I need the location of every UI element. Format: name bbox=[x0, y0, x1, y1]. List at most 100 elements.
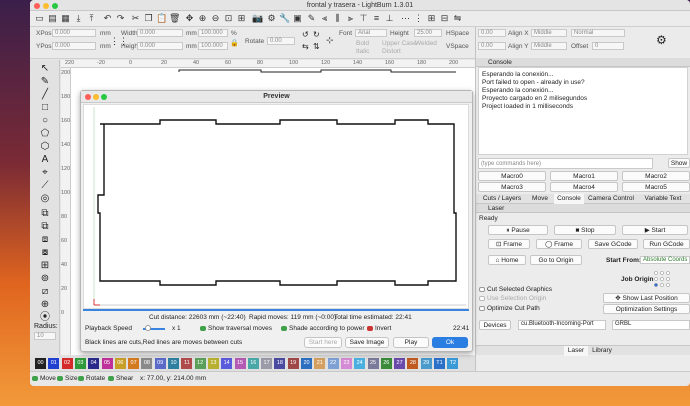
save-image-button[interactable]: Save Image bbox=[345, 337, 389, 348]
use-selection-origin-checkbox[interactable]: Use Selection Origin bbox=[487, 295, 546, 302]
palette-swatch[interactable]: 26 bbox=[380, 358, 392, 369]
move-checkbox[interactable]: Move bbox=[40, 375, 56, 382]
align-top-icon[interactable]: ⊤ bbox=[358, 13, 369, 24]
line-tool-icon[interactable]: ╱ bbox=[38, 89, 52, 101]
home-button[interactable]: ⌂ Home bbox=[488, 255, 526, 265]
frame-circle-button[interactable]: ◯ Frame bbox=[536, 239, 582, 249]
distribute-h-icon[interactable]: ⋯ bbox=[400, 13, 411, 24]
palette-swatch[interactable]: 01 bbox=[48, 358, 60, 369]
palette-swatch[interactable]: 20 bbox=[301, 358, 312, 369]
play-button[interactable]: Play bbox=[393, 337, 429, 348]
close-window-icon[interactable] bbox=[34, 3, 40, 9]
save-as-icon[interactable]: ▦ bbox=[60, 13, 71, 24]
align-center-icon[interactable]: ⫼ bbox=[332, 13, 343, 24]
hspace-field[interactable]: 0.00 bbox=[478, 29, 506, 37]
align-left-icon[interactable]: ⫷ bbox=[319, 13, 330, 24]
zoom-fit-icon[interactable]: ⊡ bbox=[223, 13, 234, 24]
palette-swatch[interactable]: 00 bbox=[35, 358, 46, 369]
zoom-window-icon[interactable] bbox=[52, 3, 58, 9]
rotate-cw-icon[interactable]: ↻ bbox=[313, 30, 320, 39]
palette-swatch[interactable]: 06 bbox=[114, 358, 126, 369]
boolean-subtract-icon[interactable]: ⧈ bbox=[38, 234, 52, 246]
upper-case-checkbox[interactable]: Upper Case bbox=[382, 40, 417, 47]
auto-join-icon[interactable]: ⊕ bbox=[38, 299, 52, 311]
cut-selected-checkbox[interactable]: Cut Selected Graphics bbox=[487, 286, 552, 293]
distribute-v-icon[interactable]: ⋮ bbox=[413, 13, 424, 24]
palette-swatch[interactable]: 07 bbox=[128, 358, 140, 369]
xpos-field[interactable]: 0.000 bbox=[52, 29, 96, 37]
align-bottom-icon[interactable]: ⊥ bbox=[384, 13, 395, 24]
palette-swatch[interactable]: 09 bbox=[154, 358, 166, 369]
job-origin-grid[interactable] bbox=[653, 270, 671, 288]
bottom-tab[interactable]: Library bbox=[590, 346, 614, 356]
cut-icon[interactable]: ✂ bbox=[130, 13, 141, 24]
radius-field[interactable]: 10 bbox=[34, 332, 56, 340]
shear-checkbox[interactable]: Shear bbox=[116, 375, 133, 382]
preview-canvas[interactable] bbox=[83, 104, 469, 309]
minimize-window-icon[interactable] bbox=[43, 3, 49, 9]
rotate-field[interactable]: 0.00 bbox=[267, 37, 295, 45]
shade-power-checkbox[interactable]: Shade according to power bbox=[289, 325, 365, 332]
palette-swatch[interactable]: T2 bbox=[447, 358, 459, 369]
palette-swatch[interactable]: 24 bbox=[354, 358, 366, 369]
palette-swatch[interactable]: 21 bbox=[314, 358, 326, 369]
start-button[interactable]: ▶ Start bbox=[622, 225, 688, 235]
palette-swatch[interactable]: 23 bbox=[340, 358, 352, 369]
pause-button[interactable]: ⏸ Pause bbox=[488, 225, 548, 235]
top-tab[interactable]: Move bbox=[527, 194, 553, 204]
palette-swatch[interactable]: T1 bbox=[434, 358, 445, 369]
height-field[interactable]: 0.000 bbox=[137, 42, 183, 50]
notes-icon[interactable]: ✎ bbox=[306, 13, 317, 24]
grid-array-icon[interactable]: ⊞ bbox=[38, 260, 52, 272]
circular-array-icon[interactable]: ⊚ bbox=[38, 273, 52, 285]
boolean-union-icon[interactable]: ⧉ bbox=[38, 221, 52, 233]
alignx-select[interactable]: Middle bbox=[531, 29, 567, 37]
preview-icon[interactable]: ▣ bbox=[292, 13, 303, 24]
ungroup-icon[interactable]: ⊟ bbox=[439, 13, 450, 24]
top-tab[interactable]: Variable Text bbox=[638, 194, 688, 204]
undo-icon[interactable]: ↶ bbox=[102, 13, 113, 24]
palette-swatch[interactable]: 14 bbox=[221, 358, 233, 369]
camera-icon[interactable]: 📷 bbox=[252, 13, 263, 24]
palette-swatch[interactable]: 28 bbox=[407, 358, 419, 369]
wrench-icon[interactable]: 🔧 bbox=[279, 13, 290, 24]
ellipse-tool-icon[interactable]: ○ bbox=[38, 115, 52, 127]
show-last-position-button[interactable]: ✥ Show Last Position bbox=[603, 293, 690, 303]
export-icon[interactable]: ⤒ bbox=[86, 13, 97, 24]
palette-swatch[interactable]: 27 bbox=[394, 358, 406, 369]
go-to-origin-button[interactable]: Go to Origin bbox=[530, 255, 582, 265]
polygon-tool-alt-icon[interactable]: ⬡ bbox=[38, 141, 52, 153]
zoom-frame-icon[interactable]: ⊞ bbox=[236, 13, 247, 24]
vspace-field[interactable]: 0.00 bbox=[478, 42, 506, 50]
palette-swatch[interactable]: 22 bbox=[327, 358, 339, 369]
ok-button[interactable]: Ok bbox=[432, 337, 468, 348]
palette-swatch[interactable]: 03 bbox=[74, 358, 86, 369]
offset-field[interactable]: 0 bbox=[592, 42, 624, 50]
bold-checkbox[interactable]: Bold bbox=[356, 40, 369, 47]
palette-swatch[interactable]: 16 bbox=[247, 358, 259, 369]
flip-h-icon[interactable]: ⇆ bbox=[302, 42, 309, 51]
macro-button[interactable]: Macro2 bbox=[622, 171, 690, 181]
macro-button[interactable]: Macro1 bbox=[550, 171, 618, 181]
top-tab[interactable]: Camera Control bbox=[585, 194, 637, 204]
playback-speed-slider[interactable] bbox=[145, 325, 151, 331]
console-command-input[interactable]: (type commands here) bbox=[478, 158, 653, 169]
palette-swatch[interactable]: 10 bbox=[168, 358, 179, 369]
start-here-button[interactable]: Start here bbox=[304, 337, 342, 348]
ypos-field[interactable]: 0.000 bbox=[52, 42, 96, 50]
lock-ratio-icon[interactable]: 🔒 bbox=[230, 39, 239, 47]
align-right-icon[interactable]: ⫸ bbox=[345, 13, 356, 24]
save-gcode-button[interactable]: Save GCode bbox=[588, 239, 638, 249]
import-icon[interactable]: ⤓ bbox=[73, 13, 84, 24]
palette-swatch[interactable]: 15 bbox=[234, 358, 246, 369]
boolean-intersect-icon[interactable]: ⧇ bbox=[38, 247, 52, 259]
rotary-icon[interactable]: ⚙ bbox=[656, 33, 667, 47]
size-checkbox[interactable]: Size bbox=[65, 375, 78, 382]
palette-swatch[interactable]: 02 bbox=[61, 358, 73, 369]
polygon-tool-icon[interactable]: ⬠ bbox=[38, 128, 52, 140]
select-tool-icon[interactable]: ↖ bbox=[38, 63, 52, 75]
palette-swatch[interactable]: 19 bbox=[287, 358, 299, 369]
palette-swatch[interactable]: 17 bbox=[261, 358, 273, 369]
zoom-in-icon[interactable]: ⊕ bbox=[197, 13, 208, 24]
align-middle-icon[interactable]: ≡ bbox=[371, 13, 382, 24]
